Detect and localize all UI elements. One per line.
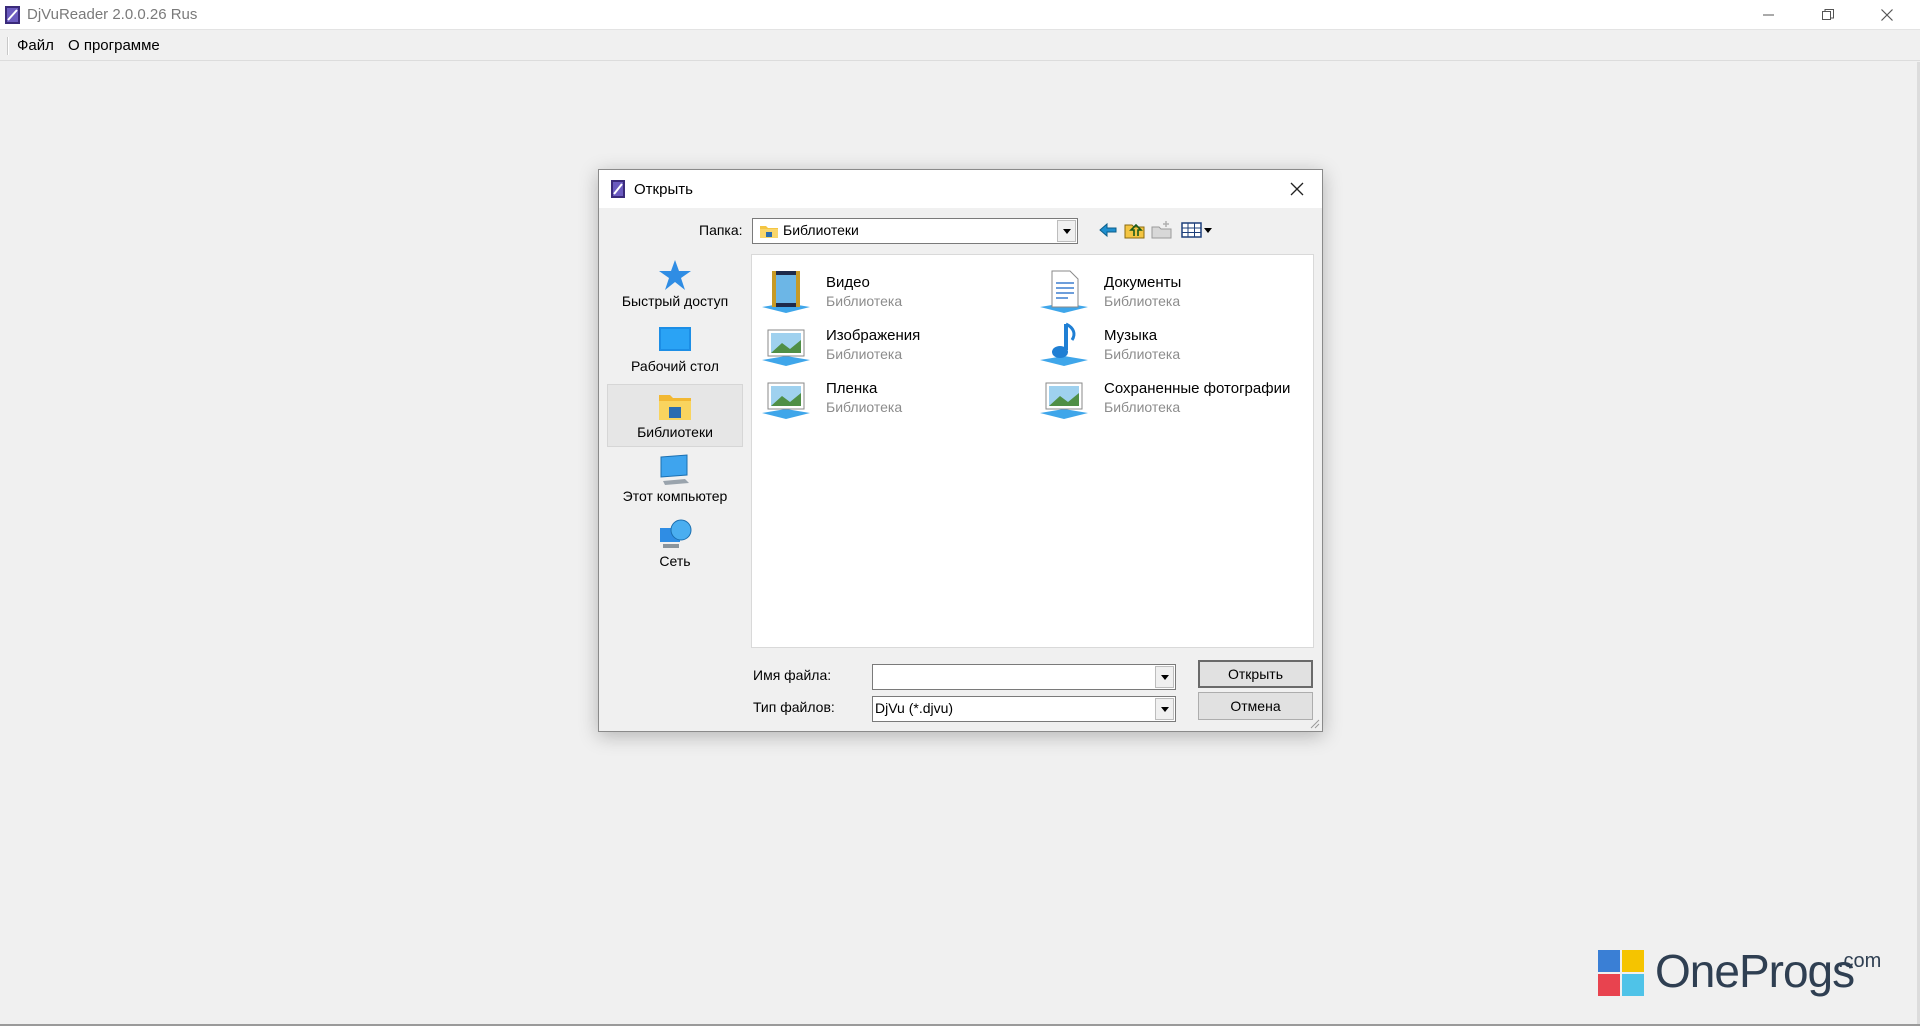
documents-library-icon <box>1040 270 1088 313</box>
libraries-icon <box>659 395 691 420</box>
view-grid-icon <box>1181 222 1212 238</box>
minimize-icon <box>1763 14 1774 16</box>
watermark-suffix: .com <box>1838 950 1882 972</box>
oneprogs-logo-icon <box>1598 950 1644 996</box>
computer-icon <box>660 454 689 485</box>
place-label: Этот компьютер <box>622 488 728 504</box>
place-label: Библиотеки <box>637 424 713 440</box>
menu-about[interactable]: О программе <box>68 37 160 54</box>
restore-icon <box>1822 9 1834 20</box>
network-icon <box>660 519 692 548</box>
folder-dropdown-button[interactable] <box>1057 220 1076 242</box>
library-item-music[interactable]: Музыка Библиотека <box>1030 320 1300 372</box>
place-label: Сеть <box>659 553 691 569</box>
close-button[interactable] <box>1858 0 1916 30</box>
library-type: Библиотека <box>1104 399 1181 415</box>
saved-pictures-library-icon <box>1040 382 1088 419</box>
close-icon <box>1881 9 1893 21</box>
dialog-title: Открыть <box>634 181 693 198</box>
folder-up-icon <box>1124 223 1145 239</box>
library-name: Видео <box>826 274 870 291</box>
library-type: Библиотека <box>826 399 903 415</box>
open-button[interactable]: Открыть <box>1198 660 1313 688</box>
back-arrow-icon <box>1099 222 1117 238</box>
close-icon <box>1290 182 1304 196</box>
folder-value: Библиотеки <box>783 222 859 238</box>
open-file-dialog: Открыть Папка: Библиотеки Быстрый доступ… <box>598 169 1323 732</box>
video-library-icon <box>762 271 810 313</box>
library-name: Сохраненные фотографии <box>1104 380 1291 397</box>
place-network[interactable]: Сеть <box>607 514 743 577</box>
djvureader-app-icon <box>5 6 20 24</box>
pictures-library-icon <box>762 329 810 366</box>
dialog-app-icon <box>611 180 625 198</box>
library-type: Библиотека <box>1104 346 1181 362</box>
filetype-value: DjVu (*.djvu) <box>875 700 954 716</box>
new-folder-icon <box>1151 221 1172 239</box>
library-item-saved-pictures[interactable]: Сохраненные фотографии Библиотека <box>1030 373 1300 425</box>
folder-label: Папка: <box>699 222 743 238</box>
library-item-video[interactable]: Видео Библиотека <box>752 267 1022 319</box>
folder-combo[interactable]: Библиотеки <box>752 218 1078 244</box>
filename-label: Имя файла: <box>753 667 832 683</box>
library-name: Пленка <box>826 380 878 397</box>
library-name: Документы <box>1104 274 1182 291</box>
library-item-documents[interactable]: Документы Библиотека <box>1030 267 1300 319</box>
menu-bar: Файл О программе <box>0 31 1920 61</box>
menu-file[interactable]: Файл <box>17 37 54 54</box>
place-this-pc[interactable]: Этот компьютер <box>607 449 743 512</box>
menu-grip <box>7 37 9 55</box>
status-bar <box>0 1024 1920 1030</box>
camera-roll-library-icon <box>762 382 810 419</box>
library-type: Библиотека <box>826 293 903 309</box>
back-button[interactable] <box>1097 220 1121 242</box>
up-folder-button[interactable] <box>1124 220 1148 242</box>
library-item-camera-roll[interactable]: Пленка Библиотека <box>752 373 1022 425</box>
dialog-close-button[interactable] <box>1277 174 1317 204</box>
library-type: Библиотека <box>1104 293 1181 309</box>
view-menu-button[interactable] <box>1181 220 1215 242</box>
restore-button[interactable] <box>1799 0 1857 30</box>
oneprogs-watermark: OneProgs .com <box>1598 945 1898 1005</box>
filetype-combo[interactable]: DjVu (*.djvu) <box>872 696 1176 722</box>
library-name: Музыка <box>1104 327 1158 344</box>
filetype-label: Тип файлов: <box>753 699 835 715</box>
dialog-titlebar: Открыть <box>599 170 1322 208</box>
minimize-button[interactable] <box>1740 0 1798 30</box>
desktop-icon <box>659 327 691 351</box>
place-label: Быстрый доступ <box>621 293 729 309</box>
star-icon <box>659 260 691 290</box>
watermark-text: OneProgs <box>1655 945 1855 997</box>
new-folder-button[interactable] <box>1151 220 1175 242</box>
window-title: DjVuReader 2.0.0.26 Rus <box>27 6 198 23</box>
filename-combo[interactable] <box>872 664 1176 690</box>
cancel-button[interactable]: Отмена <box>1198 692 1313 720</box>
filetype-dropdown-button[interactable] <box>1155 698 1174 720</box>
library-name: Изображения <box>826 327 921 344</box>
library-item-pictures[interactable]: Изображения Библиотека <box>752 320 1022 372</box>
filename-dropdown-button[interactable] <box>1155 666 1174 688</box>
window-titlebar: DjVuReader 2.0.0.26 Rus <box>0 0 1920 30</box>
place-libraries[interactable]: Библиотеки <box>607 384 743 447</box>
libraries-folder-icon <box>760 226 778 238</box>
place-desktop[interactable]: Рабочий стол <box>607 319 743 382</box>
file-list: Видео Библиотека Документы Библиотека Из… <box>751 254 1314 648</box>
place-quick-access[interactable]: Быстрый доступ <box>607 254 743 317</box>
resize-grip-icon[interactable] <box>1308 717 1320 729</box>
place-label: Рабочий стол <box>631 358 719 374</box>
library-type: Библиотека <box>826 346 903 362</box>
music-library-icon <box>1040 322 1088 366</box>
